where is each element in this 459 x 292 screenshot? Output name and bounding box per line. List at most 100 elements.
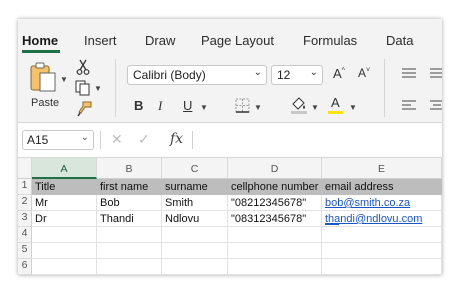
cell-c2[interactable]: Smith [162,195,228,211]
underline-button[interactable]: U [183,98,192,113]
cell-d3[interactable]: "08312345678" [228,211,322,227]
cell-b6[interactable] [97,259,162,275]
cell-a3[interactable]: Dr [32,211,97,227]
font-size-dropdown[interactable]: 12 ⌄ [271,65,323,85]
increase-font-size-button[interactable]: A^ [333,66,345,81]
borders-options-chevron-icon[interactable]: ▼ [254,103,262,112]
worksheet-grid: A B C D E 1 Title first name surname cel… [18,158,442,275]
paste-button[interactable] [28,61,58,93]
table-row [32,259,442,275]
paste-label: Paste [31,97,60,109]
tab-formulas[interactable]: Formulas [303,33,357,48]
column-header-b[interactable]: B [97,158,162,179]
align-left-icon[interactable] [402,99,416,117]
cell-c6[interactable] [162,259,228,275]
column-header-c[interactable]: C [162,158,228,179]
cell-a6[interactable] [32,259,97,275]
underline-options-chevron-icon[interactable]: ▼ [200,103,208,112]
autocorrect-smart-tag[interactable] [325,223,339,225]
cell-e2[interactable]: bob@smith.co.za [322,195,442,211]
cell-d5[interactable] [228,243,322,259]
row-header-6[interactable]: 6 [18,259,32,275]
copy-options-chevron-icon[interactable]: ▼ [94,84,102,93]
cell-b4[interactable] [97,227,162,243]
cell-a2[interactable]: Mr [32,195,97,211]
tab-draw[interactable]: Draw [145,33,175,48]
cell-b2[interactable]: Bob [97,195,162,211]
copy-icon[interactable] [75,80,91,101]
bold-button[interactable]: B [134,98,143,113]
cell-e5[interactable] [322,243,442,259]
formula-bar-divider [100,131,101,149]
row-header-3[interactable]: 3 [18,211,32,227]
font-color-swatch [328,111,343,114]
cell-c1[interactable]: surname [162,179,228,195]
cell-a1[interactable]: Title [32,179,97,195]
chevron-down-icon: ⌄ [253,67,262,78]
table-row [32,227,442,243]
cut-icon[interactable] [76,59,90,80]
cell-b3[interactable]: Thandi [97,211,162,227]
select-all-corner[interactable] [18,158,32,179]
font-color-chevron-icon[interactable]: ▼ [349,103,357,112]
formula-bar-divider [192,131,193,149]
name-box[interactable]: A15 ⌄ [22,130,94,150]
cell-c5[interactable] [162,243,228,259]
font-name-value: Calibri (Body) [133,68,206,82]
name-box-value: A15 [27,133,49,147]
cell-e4[interactable] [322,227,442,243]
table-row: Title first name surname cellphone numbe… [32,179,442,195]
fill-color-chevron-icon[interactable]: ▼ [311,103,319,112]
cell-e3[interactable]: thandi@ndlovu.com [322,211,442,227]
cell-b1[interactable]: first name [97,179,162,195]
excel-window: Home Insert Draw Page Layout Formulas Da… [18,19,442,275]
format-painter-icon[interactable] [76,101,92,122]
cell-d2[interactable]: "08212345678" [228,195,322,211]
italic-button[interactable]: I [158,98,162,114]
cell-a4[interactable] [32,227,97,243]
ribbon-home: ▼ Paste ▼ Calibri (Body) ⌄ 12 ⌄ A^ A˅ B … [18,53,442,123]
paste-options-chevron-icon[interactable]: ▼ [60,75,68,84]
tab-page-layout[interactable]: Page Layout [201,33,274,48]
align-center-icon[interactable] [430,99,442,117]
clipboard-icon [30,62,56,92]
font-color-button[interactable]: A [331,95,340,110]
insert-function-button[interactable]: fx [170,131,183,147]
confirm-entry-icon[interactable]: ✓ [138,131,150,148]
email-link[interactable]: thandi@ndlovu.com [325,213,422,225]
cell-d6[interactable] [228,259,322,275]
borders-icon[interactable] [235,98,250,118]
tab-insert[interactable]: Insert [84,33,117,48]
cell-c3[interactable]: Ndlovu [162,211,228,227]
row-header-5[interactable]: 5 [18,243,32,259]
formula-bar: A15 ⌄ ✕ ✓ fx [18,123,442,158]
ribbon-divider [115,59,116,117]
fill-color-icon[interactable] [290,96,308,119]
cell-e6[interactable] [322,259,442,275]
table-row: Mr Bob Smith "08212345678" bob@smith.co.… [32,195,442,211]
cell-d4[interactable] [228,227,322,243]
align-top-icon[interactable] [402,67,416,85]
decrease-font-size-button[interactable]: A˅ [358,66,370,80]
row-header-1[interactable]: 1 [18,179,32,195]
table-row [32,243,442,259]
font-name-dropdown[interactable]: Calibri (Body) ⌄ [127,65,267,85]
table-row: Dr Thandi Ndlovu "08312345678" thandi@nd… [32,211,442,227]
row-header-4[interactable]: 4 [18,227,32,243]
cell-a5[interactable] [32,243,97,259]
tab-home[interactable]: Home [22,33,58,48]
tab-data[interactable]: Data [386,33,413,48]
cell-d1[interactable]: cellphone number [228,179,322,195]
column-header-d[interactable]: D [228,158,322,179]
ribbon-tab-bar: Home Insert Draw Page Layout Formulas Da… [18,19,442,53]
column-header-a[interactable]: A [32,158,97,179]
email-link[interactable]: bob@smith.co.za [325,197,410,209]
cell-e1[interactable]: email address [322,179,442,195]
cell-b5[interactable] [97,243,162,259]
font-size-value: 12 [277,68,291,82]
row-header-2[interactable]: 2 [18,195,32,211]
cell-c4[interactable] [162,227,228,243]
column-header-e[interactable]: E [322,158,442,179]
cancel-entry-icon[interactable]: ✕ [111,131,123,148]
align-middle-icon[interactable] [430,67,442,85]
